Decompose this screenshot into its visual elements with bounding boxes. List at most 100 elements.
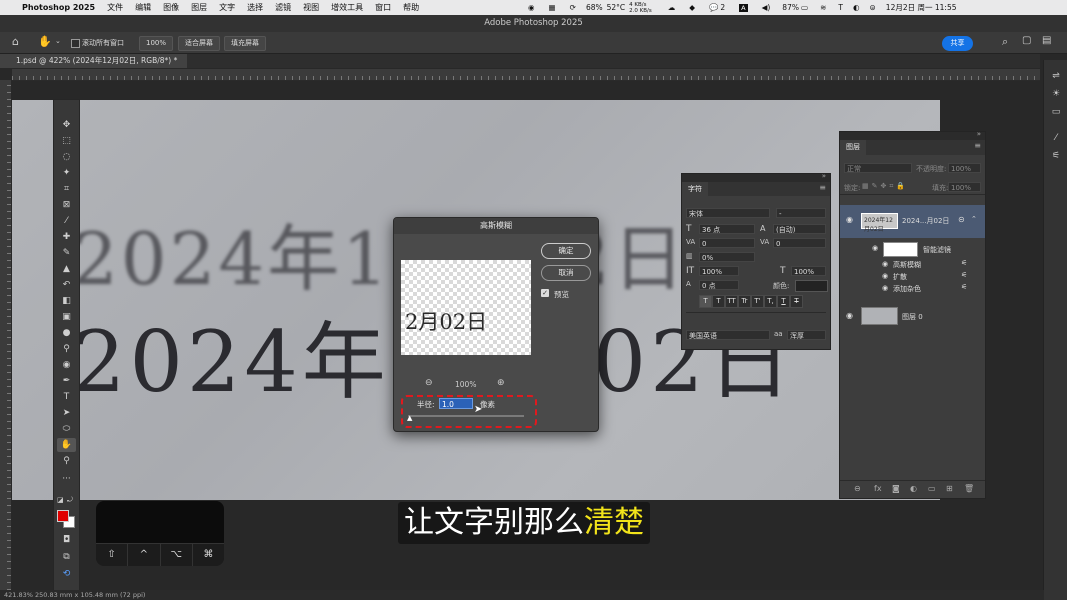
delete-layer-icon[interactable]: 🗑 — [964, 484, 974, 493]
wifi-icon[interactable]: ≋ — [820, 3, 826, 12]
add-mask-icon[interactable]: ◙ — [892, 484, 900, 493]
workspace-icon[interactable]: ▢ — [1022, 35, 1031, 46]
preview-checkbox[interactable]: ✓ — [541, 289, 549, 297]
sponge-tool-icon[interactable]: ◉ — [57, 358, 76, 372]
adjustments-icon[interactable]: ⚟ — [1049, 150, 1063, 162]
filter-mask-thumbnail[interactable] — [883, 242, 918, 257]
faux-bold-button[interactable]: T — [699, 295, 712, 308]
blending-options-icon[interactable]: ⚟ — [961, 271, 967, 279]
crop-tool-icon[interactable]: ⌗ — [57, 182, 76, 196]
cancel-button[interactable]: 取消 — [541, 265, 591, 281]
visibility-eye-icon[interactable]: ◉ — [846, 215, 853, 224]
font-style-select[interactable]: - — [776, 208, 826, 218]
strikethrough-button[interactable]: T — [790, 295, 803, 308]
horizontal-scale-field[interactable]: 100% — [791, 266, 826, 276]
zoom-tool-icon[interactable]: ⚲ — [57, 454, 76, 468]
expand-chevron-icon[interactable]: ⌃ — [971, 215, 977, 223]
menu-window[interactable]: 窗口 — [375, 2, 391, 13]
battery-icon[interactable]: ▭ — [801, 3, 808, 12]
quick-mask-icon[interactable]: ◘ — [57, 533, 76, 547]
new-group-icon[interactable]: ▭ — [928, 484, 936, 493]
blending-options-icon[interactable]: ⚟ — [961, 259, 967, 267]
tracking-field[interactable]: 0 — [773, 238, 826, 248]
fill-screen-button[interactable]: 填充屏幕 — [224, 36, 266, 51]
blend-mode-select[interactable]: 正常 — [844, 163, 912, 173]
healing-brush-tool-icon[interactable]: ✚ — [57, 230, 76, 244]
layer-style-icon[interactable]: fx — [874, 484, 882, 493]
layer-row-text[interactable]: ◉ 2024年12月02日 2024...月02日 ⊝ ⌃ — [840, 205, 985, 238]
swap-colors-icon[interactable]: ⤾ — [67, 496, 73, 505]
gradient-tool-icon[interactable]: ▣ — [57, 310, 76, 324]
lock-icons[interactable]: ▦✎✥⌗🔒 — [862, 182, 908, 191]
dark-mode-icon[interactable]: ◐ — [853, 3, 860, 12]
path-selection-tool-icon[interactable]: ➤ — [57, 406, 76, 420]
document-tab[interactable]: 1.psd @ 422% (2024年12月02日, RGB/8*) * — [0, 54, 188, 68]
shape-tool-icon[interactable]: ⬭ — [57, 422, 76, 436]
collapse-icon[interactable]: » — [977, 130, 981, 138]
filter-row[interactable]: ◉ 添加杂色 ⚟ — [840, 283, 985, 294]
visibility-eye-icon[interactable]: ◉ — [846, 311, 853, 320]
volume-icon[interactable]: ◀) — [762, 3, 771, 12]
all-caps-button[interactable]: TT — [725, 295, 738, 308]
font-size-field[interactable]: 36 点 — [699, 224, 755, 234]
screen-mode-icon[interactable]: ⧉ — [57, 550, 76, 564]
menu-app-name[interactable]: Photoshop 2025 — [22, 3, 95, 12]
control-center-icon[interactable]: ⊜ — [870, 3, 876, 12]
subscript-button[interactable]: T, — [764, 295, 777, 308]
scroll-all-checkbox[interactable] — [71, 39, 80, 48]
search-menu-icon[interactable]: T — [838, 3, 843, 12]
dodge-tool-icon[interactable]: ⚲ — [57, 342, 76, 356]
zoom-out-icon[interactable]: ⊖ — [425, 378, 433, 388]
menu-image[interactable]: 图像 — [163, 2, 179, 13]
type-tool-icon[interactable]: T — [57, 390, 76, 404]
layer-name[interactable]: 2024...月02日 — [902, 216, 949, 226]
opacity-field[interactable]: 100% — [948, 163, 981, 173]
link-layers-icon[interactable]: ⊖ — [854, 484, 861, 493]
panel-menu-icon[interactable]: ≡ — [974, 141, 981, 150]
character-tab[interactable]: 字符 — [682, 182, 708, 196]
filter-row[interactable]: ◉ 高斯模糊 ⚟ — [840, 259, 985, 270]
menu-layer[interactable]: 图层 — [191, 2, 207, 13]
font-family-select[interactable]: 宋体 — [686, 208, 770, 218]
zoom-in-icon[interactable]: ⊕ — [497, 378, 505, 388]
share-button[interactable]: 共享 — [942, 36, 973, 51]
collapse-icon[interactable]: » — [822, 172, 826, 180]
anti-alias-select[interactable]: 浑厚 — [787, 330, 826, 340]
fit-screen-button[interactable]: 适合屏幕 — [178, 36, 220, 51]
tool-preset-chevron-icon[interactable]: ⌄ — [55, 37, 61, 45]
faux-italic-button[interactable]: T — [712, 295, 725, 308]
kerning-field[interactable]: 0 — [699, 238, 755, 248]
visibility-eye-icon[interactable]: ◉ — [882, 272, 888, 280]
stamp-tool-icon[interactable]: ▲ — [57, 262, 76, 276]
pen-tool-icon[interactable]: ✒ — [57, 374, 76, 388]
filter-row[interactable]: ◉ 扩散 ⚟ — [840, 271, 985, 282]
baseline-field[interactable]: 0 点 — [699, 280, 739, 290]
eyedropper-tool-icon[interactable]: ⁄ — [57, 214, 76, 228]
new-layer-icon[interactable]: ⊞ — [946, 484, 953, 493]
menu-view[interactable]: 视图 — [303, 2, 319, 13]
magic-wand-tool-icon[interactable]: ✦ — [57, 166, 76, 180]
visibility-eye-icon[interactable]: ◉ — [872, 244, 878, 252]
learn-icon[interactable]: ☀ — [1049, 88, 1063, 100]
frame-tool-icon[interactable]: ⊠ — [57, 198, 76, 212]
hand-tool-icon[interactable]: ✋ — [38, 35, 52, 48]
eraser-tool-icon[interactable]: ◧ — [57, 294, 76, 308]
history-brush-tool-icon[interactable]: ↶ — [57, 278, 76, 292]
visibility-eye-icon[interactable]: ◉ — [882, 260, 888, 268]
fill-field[interactable]: 100% — [948, 182, 981, 192]
ok-button[interactable]: 确定 — [541, 243, 591, 259]
foreground-color-swatch[interactable] — [57, 510, 69, 522]
blur-preview[interactable]: 2月02日 — [401, 260, 531, 355]
underline-button[interactable]: T — [777, 295, 790, 308]
menu-file[interactable]: 文件 — [107, 2, 123, 13]
smart-filters-row[interactable]: ◉ 智能滤镜 — [840, 241, 985, 257]
arrange-icon[interactable]: ▤ — [1042, 35, 1051, 46]
language-select[interactable]: 美国英语 — [686, 330, 770, 340]
move-tool-icon[interactable]: ✥ — [57, 118, 76, 132]
marquee-tool-icon[interactable]: ⬚ — [57, 134, 76, 148]
hand-tool-selected-icon[interactable]: ✋ — [57, 438, 76, 452]
menu-help[interactable]: 帮助 — [403, 2, 419, 13]
tsume-field[interactable]: 0% — [699, 252, 755, 262]
text-color-swatch[interactable] — [795, 280, 828, 292]
layers-tab[interactable]: 图层 — [840, 140, 866, 155]
